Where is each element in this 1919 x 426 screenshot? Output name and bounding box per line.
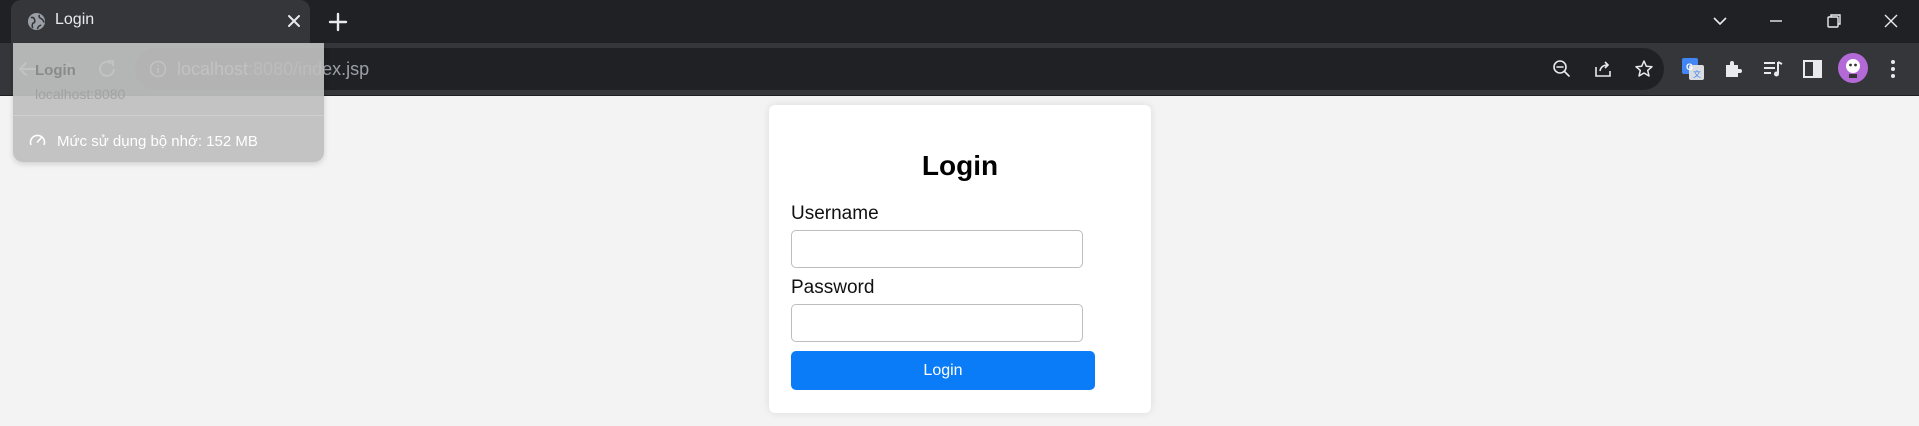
username-input[interactable] <box>791 230 1083 268</box>
password-input[interactable] <box>791 304 1083 342</box>
login-card: Login Username Password Login <box>769 105 1151 413</box>
zoom-out-icon[interactable] <box>1550 57 1574 81</box>
close-icon[interactable] <box>285 12 303 30</box>
share-icon[interactable] <box>1591 57 1615 81</box>
tab-login[interactable]: Login <box>11 0 310 43</box>
new-tab-icon[interactable] <box>326 10 350 34</box>
hover-card-title: Login <box>35 62 76 79</box>
svg-text:G: G <box>1686 62 1693 72</box>
hover-card-host: localhost:8080 <box>35 86 126 102</box>
avatar[interactable] <box>1838 53 1868 83</box>
restore-icon[interactable] <box>1822 9 1846 33</box>
tab-hover-card: Login localhost:8080 Mức sử dụng bộ nhớ:… <box>13 43 324 162</box>
memory-gauge-icon <box>29 134 46 146</box>
globe-icon <box>27 12 46 31</box>
address-bar[interactable]: localhost:8080/index.jsp <box>135 48 1664 90</box>
profile-icon <box>1846 59 1860 78</box>
svg-text:文: 文 <box>1693 69 1701 79</box>
star-icon[interactable] <box>1632 57 1656 81</box>
login-button[interactable]: Login <box>791 351 1095 390</box>
puzzle-icon[interactable] <box>1721 56 1747 82</box>
login-heading: Login <box>921 150 999 181</box>
username-label: Username <box>791 203 879 224</box>
google-translate-icon[interactable]: G 文 <box>1680 56 1706 82</box>
kebab-menu-icon[interactable] <box>1880 56 1906 82</box>
browser-titlebar: Login <box>0 0 1919 43</box>
side-panel-icon[interactable] <box>1800 56 1826 82</box>
hover-card-memory: Mức sử dụng bộ nhớ: 152 MB <box>57 133 258 150</box>
password-label: Password <box>791 277 875 298</box>
hover-card-divider <box>13 115 324 116</box>
window-close-icon[interactable] <box>1879 9 1903 33</box>
tab-search-icon[interactable] <box>1708 9 1732 33</box>
minimize-icon[interactable] <box>1764 9 1788 33</box>
tab-title: Login <box>55 11 95 28</box>
media-queue-icon[interactable] <box>1760 56 1786 82</box>
